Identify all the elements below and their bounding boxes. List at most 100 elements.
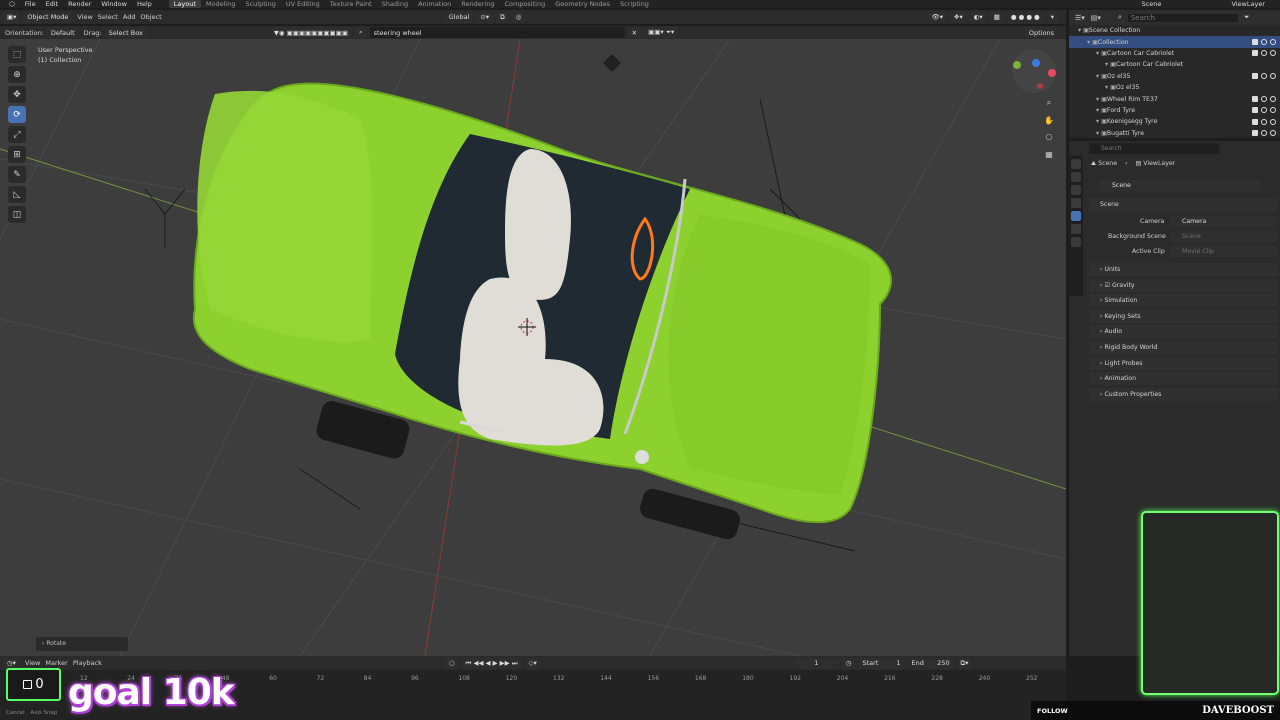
eye-icon[interactable] <box>1261 73 1267 80</box>
collection-icon[interactable]: ▾ ▣ <box>1105 61 1116 68</box>
move-icon[interactable]: ✥ <box>8 86 26 103</box>
eye-icon[interactable] <box>1261 118 1267 125</box>
tab-animation[interactable]: Animation <box>413 0 456 8</box>
last-operator-panel[interactable]: › Rotate <box>36 637 128 651</box>
options-dropdown[interactable]: Options <box>1024 27 1058 38</box>
eye-icon[interactable] <box>1261 50 1267 57</box>
timeline-editor-icon[interactable]: ◷▾ <box>3 657 20 669</box>
outliner-row[interactable]: ▾ ▣ Oz el35 <box>1069 82 1280 93</box>
current-frame-field[interactable]: 1 <box>793 657 839 669</box>
orientation-dropdown[interactable]: Default <box>46 27 79 38</box>
exclude-checkbox-icon[interactable] <box>1252 130 1258 137</box>
camera-icon[interactable] <box>1270 50 1276 57</box>
zoom-icon[interactable]: ⌕ <box>1042 96 1056 110</box>
overlay-icon[interactable]: ◐▾ <box>969 11 987 23</box>
collection-icon[interactable]: ▾ ▣ <box>1096 73 1107 80</box>
transform-icon[interactable]: ⊞ <box>8 146 26 163</box>
filter-funnel-icon[interactable]: ⏷ <box>1244 13 1250 22</box>
start-field[interactable]: Start 1 <box>858 657 905 669</box>
tool-tab-icon[interactable] <box>1071 159 1081 169</box>
exclude-checkbox-icon[interactable] <box>1252 50 1258 57</box>
section-light-probes[interactable]: › Light Probes <box>1089 356 1277 370</box>
editor-type-button[interactable]: ▣▾ <box>3 11 21 23</box>
blender-logo-icon[interactable]: ⬡ <box>4 0 20 8</box>
section-units[interactable]: › Units <box>1089 263 1277 276</box>
outliner-editor-icon[interactable]: ☰▾ <box>1075 14 1085 22</box>
visibility-toggles[interactable] <box>1252 73 1276 80</box>
section-rigid-body-world[interactable]: › Rigid Body World <box>1089 341 1277 354</box>
measure-icon[interactable]: ◺ <box>8 186 26 203</box>
viewport-canvas[interactable] <box>0 39 1066 656</box>
eye-icon[interactable] <box>1261 39 1267 46</box>
world-tab-icon[interactable] <box>1071 224 1081 234</box>
menu-select[interactable]: Select <box>98 13 118 21</box>
visibility-icon[interactable]: 👁▾ <box>927 11 948 23</box>
visibility-toggles[interactable] <box>1252 96 1276 103</box>
car-model[interactable] <box>192 82 892 542</box>
snap-icon[interactable]: ⧉ <box>496 11 509 23</box>
pan-hand-icon[interactable]: ✋ <box>1042 113 1056 127</box>
background-scene-field[interactable]: Scene <box>1170 231 1277 242</box>
menu-help[interactable]: Help <box>132 0 157 8</box>
clear-search-icon[interactable]: ✕ <box>627 27 642 38</box>
outliner-row[interactable]: ▾ ▣ Scene Collection <box>1069 25 1280 36</box>
menu-edit[interactable]: Edit <box>41 0 64 8</box>
render-tab-icon[interactable] <box>1071 172 1081 182</box>
outliner-row[interactable]: ▾ ▣ Ford Tyre <box>1069 105 1280 116</box>
outliner-search-input[interactable]: Search <box>1127 13 1238 22</box>
camera-icon[interactable] <box>1270 73 1276 80</box>
exclude-checkbox-icon[interactable] <box>1252 39 1258 46</box>
menu-render[interactable]: Render <box>63 0 96 8</box>
grid-view-icon[interactable]: ▦ <box>1042 147 1056 161</box>
section-scene-header[interactable]: Scene <box>1089 198 1277 211</box>
outliner-row[interactable]: ▾ ▣ Bugatti Tyre <box>1069 128 1280 139</box>
tab-compositing[interactable]: Compositing <box>499 0 550 8</box>
viewlayer-selector[interactable]: ViewLayer <box>1226 0 1270 8</box>
outliner-row[interactable]: ▾ ▣ Wheel Rim TE37 <box>1069 93 1280 104</box>
proportional-edit-icon[interactable]: ◎ <box>511 11 526 23</box>
section-simulation[interactable]: › Simulation <box>1089 294 1277 308</box>
keying-icon[interactable]: ◇▾ <box>524 657 541 669</box>
select-box-icon[interactable]: ⬚ <box>8 46 26 63</box>
filter-funnel-icon[interactable]: ▣▣▾ ⏷▾ <box>644 27 679 38</box>
snap-dropdown-icon[interactable]: ⧉▾ <box>956 657 973 669</box>
timeline-marker-menu[interactable]: Marker <box>45 659 67 667</box>
display-mode-icon[interactable]: ▤▾ <box>1091 14 1101 22</box>
collection-icon[interactable]: ▾ ▣ <box>1096 96 1107 103</box>
camera-icon[interactable] <box>1270 107 1276 114</box>
outliner-row[interactable]: ▾ ▣ Koenigsegg Tyre <box>1069 116 1280 127</box>
timeline-playback-menu[interactable]: Playback <box>73 659 102 667</box>
scene-datablock-field[interactable]: Scene <box>1100 180 1260 191</box>
outliner-search-input[interactable]: steering wheel <box>369 27 625 38</box>
menu-view[interactable]: View <box>77 13 92 21</box>
section-animation[interactable]: › Animation <box>1089 372 1277 386</box>
clock-icon[interactable]: ◷ <box>841 657 856 669</box>
collection-icon[interactable]: ▾ ▣ <box>1096 107 1107 114</box>
view-layer-tab-icon[interactable] <box>1071 198 1081 208</box>
scene-tab-icon[interactable] <box>1071 211 1081 221</box>
exclude-checkbox-icon[interactable] <box>1252 96 1258 103</box>
menu-add[interactable]: Add <box>123 13 136 21</box>
tab-shading[interactable]: Shading <box>377 0 413 8</box>
exclude-checkbox-icon[interactable] <box>1252 107 1258 114</box>
tab-modeling[interactable]: Modeling <box>201 0 241 8</box>
menu-window[interactable]: Window <box>96 0 132 8</box>
driver-seat[interactable] <box>505 149 571 300</box>
record-icon[interactable]: ○ <box>444 657 459 669</box>
scale-icon[interactable]: ⤢ <box>8 126 26 143</box>
section-keying-sets[interactable]: › Keying Sets <box>1089 309 1277 323</box>
collection-icon[interactable]: ▾ ▣ <box>1096 118 1107 125</box>
navigation-gizmo[interactable] <box>1012 49 1056 93</box>
camera-icon[interactable] <box>1270 130 1276 137</box>
collection-tab-icon[interactable] <box>1071 237 1081 247</box>
camera-view-icon[interactable]: ⎔ <box>1042 130 1056 144</box>
section-gravity[interactable]: › ☑ Gravity <box>1089 278 1277 292</box>
tab-layout[interactable]: Layout <box>168 0 201 8</box>
section-audio[interactable]: › Audio <box>1089 325 1277 339</box>
visibility-toggles[interactable] <box>1252 118 1276 125</box>
rotate-icon[interactable]: ⟳ <box>8 106 26 123</box>
active-clip-field[interactable]: Movie Clip <box>1170 246 1277 257</box>
section-custom-properties[interactable]: › Custom Properties <box>1089 387 1277 401</box>
timeline-view-menu[interactable]: View <box>25 659 40 667</box>
exclude-checkbox-icon[interactable] <box>1252 73 1258 80</box>
